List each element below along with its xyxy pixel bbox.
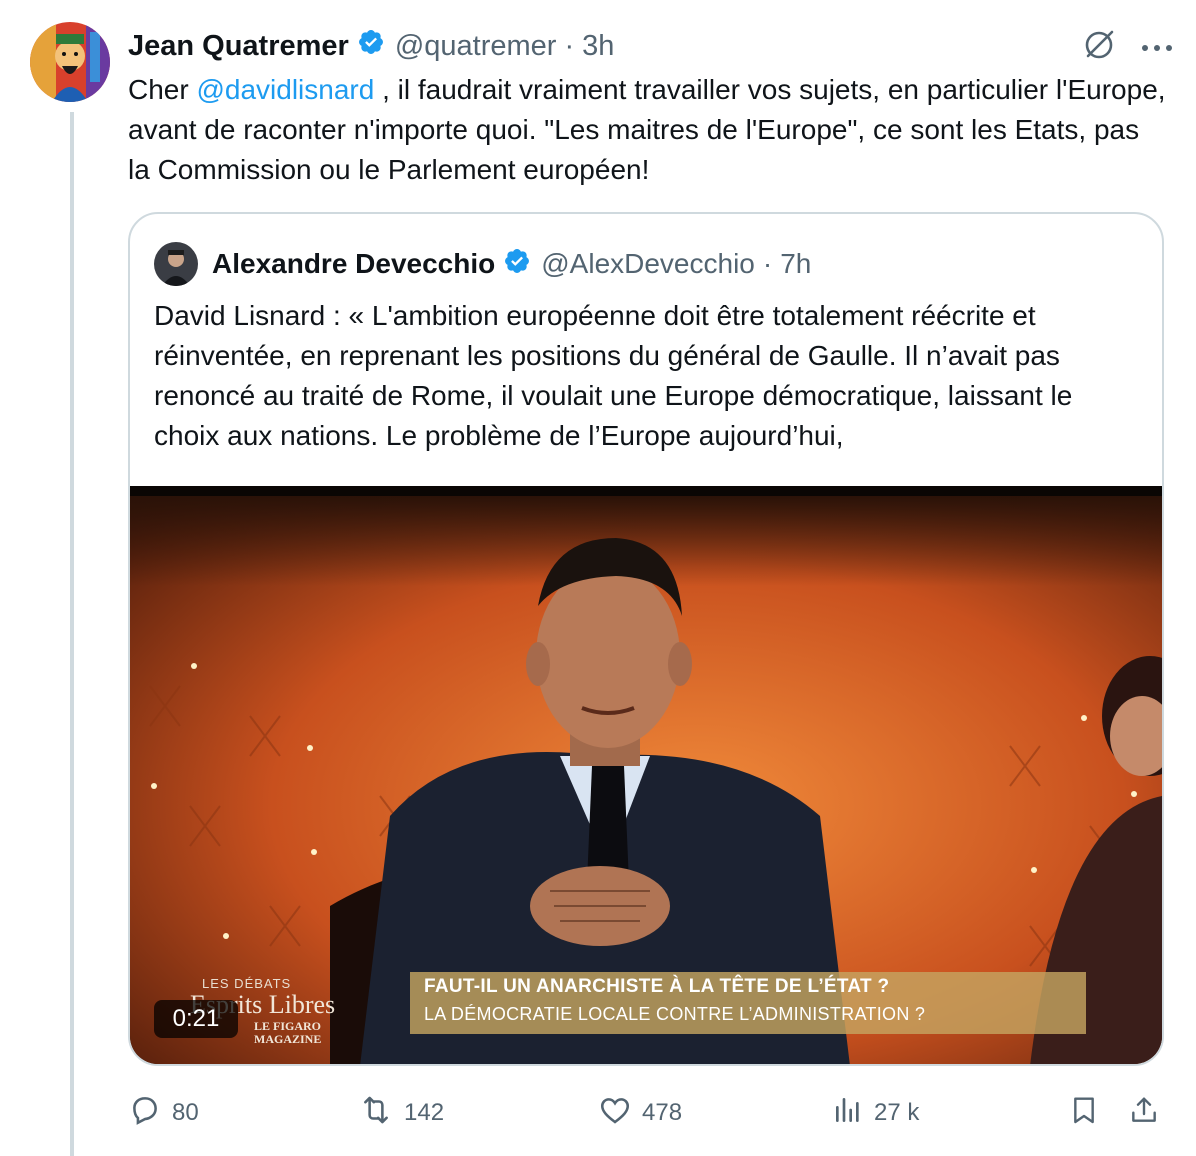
banner-title: FAUT-IL UN ANARCHISTE À LA TÊTE DE L’ÉTA… xyxy=(424,976,890,997)
tweet-text: Cher @davidlisnard , il faudrait vraimen… xyxy=(128,70,1168,190)
top-actions xyxy=(1082,28,1172,67)
banner-subtitle: LA DÉMOCRATIE LOCALE CONTRE L’ADMINISTRA… xyxy=(424,1004,926,1024)
like-button[interactable]: 478 xyxy=(598,1090,682,1136)
verified-badge-icon xyxy=(357,28,385,64)
video-banner: FAUT-IL UN ANARCHISTE À LA TÊTE DE L’ÉTA… xyxy=(410,972,1086,1034)
quote-author-name[interactable]: Alexandre Devecchio xyxy=(212,248,495,280)
video-duration: 0:21 xyxy=(154,1000,238,1038)
tweet-text-before: Cher xyxy=(128,74,197,105)
avatar[interactable] xyxy=(30,22,110,102)
logo-figaro-line2: MAGAZINE xyxy=(254,1032,322,1046)
grok-icon[interactable] xyxy=(1082,28,1116,67)
bookmark-icon xyxy=(1068,1093,1100,1134)
views-button[interactable]: 27 k xyxy=(832,1090,919,1136)
quote-avatar[interactable] xyxy=(154,242,198,286)
bookmark-button[interactable] xyxy=(1068,1090,1100,1136)
author-name[interactable]: Jean Quatremer xyxy=(128,30,349,63)
quote-author-handle[interactable]: @AlexDevecchio xyxy=(541,248,755,280)
share-button[interactable] xyxy=(1128,1090,1160,1136)
reply-count: 80 xyxy=(172,1099,199,1126)
share-icon xyxy=(1128,1093,1160,1134)
timestamp[interactable]: 3h xyxy=(582,30,614,63)
verified-badge-icon xyxy=(503,247,531,282)
views-count: 27 k xyxy=(874,1099,920,1126)
author-handle[interactable]: @quatremer xyxy=(395,30,557,63)
logo-debats: LES DÉBATS xyxy=(202,976,292,991)
repost-count: 142 xyxy=(404,1099,445,1126)
separator-dot: · xyxy=(564,29,575,62)
more-icon[interactable] xyxy=(1142,44,1172,51)
repost-icon xyxy=(358,1093,394,1134)
tweet-header: Jean Quatremer @quatremer · 3h xyxy=(128,26,614,66)
separator-dot: · xyxy=(762,248,773,279)
like-icon xyxy=(598,1093,632,1134)
logo-figaro: LE FIGARO MAGAZINE xyxy=(254,1020,321,1046)
reply-icon xyxy=(128,1093,162,1134)
reply-button[interactable]: 80 xyxy=(128,1090,199,1136)
mention-link[interactable]: @davidlisnard xyxy=(196,74,374,105)
quote-timestamp[interactable]: 7h xyxy=(780,248,811,280)
quote-header: Alexandre Devecchio @AlexDevecchio · 7h xyxy=(154,242,811,286)
views-icon xyxy=(832,1093,864,1134)
like-count: 478 xyxy=(642,1099,683,1126)
video-player[interactable]: LES DÉBATS Esprits Libres LE FIGARO MAGA… xyxy=(130,486,1162,1064)
action-bar: 80 142 478 27 k xyxy=(128,1090,1168,1136)
thread-line xyxy=(70,112,74,1156)
quote-text: David Lisnard : « L'ambition européenne … xyxy=(154,300,1073,451)
repost-button[interactable]: 142 xyxy=(358,1090,444,1136)
quoted-tweet[interactable]: Alexandre Devecchio @AlexDevecchio · 7h … xyxy=(128,212,1164,1066)
